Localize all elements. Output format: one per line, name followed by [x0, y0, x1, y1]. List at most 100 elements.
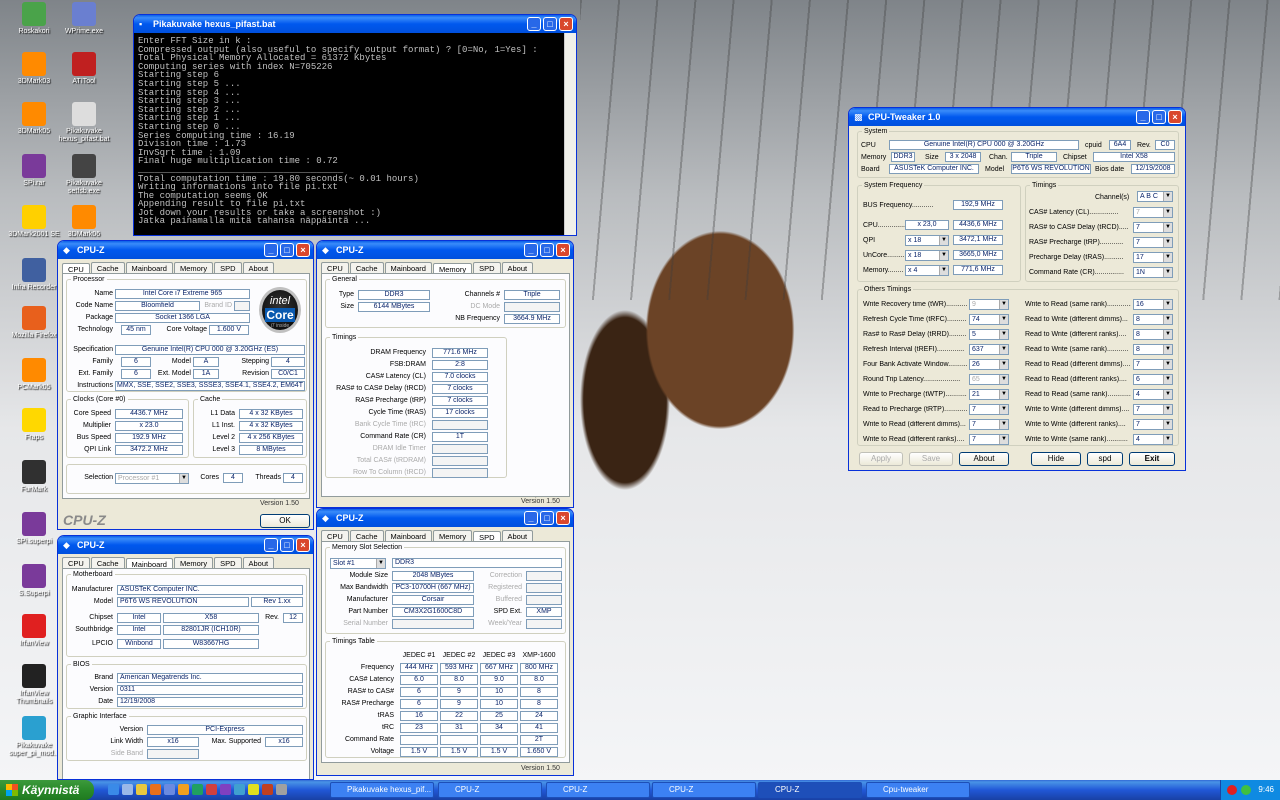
timing-select[interactable]: 74 ▼: [969, 314, 1009, 325]
timing-select[interactable]: 7 ▼: [969, 434, 1009, 445]
cpuz-quick-icon[interactable]: [164, 784, 175, 795]
cpuz-titlebar[interactable]: ◆ CPU-Z _ □ ×: [58, 241, 313, 259]
timing-select[interactable]: 7 ▼: [1133, 419, 1173, 430]
desktop-icon[interactable]: ATITool: [58, 52, 110, 86]
desktop-icon[interactable]: S.Superpi: [8, 564, 60, 598]
app2-quick-icon[interactable]: [220, 784, 231, 795]
timing-select[interactable]: 7 ▼: [1133, 222, 1173, 233]
timing-select[interactable]: 9 ▼: [969, 299, 1009, 310]
firefox-icon[interactable]: [150, 784, 161, 795]
timing-select[interactable]: 7 ▼: [1133, 404, 1173, 415]
desktop-icon[interactable]: Infra Recorder: [8, 258, 60, 292]
timing-select[interactable]: 21 ▼: [969, 389, 1009, 400]
desktop-icon[interactable]: 3DMark05: [8, 102, 60, 136]
exit-button[interactable]: Exit: [1129, 452, 1175, 466]
taskbar-item[interactable]: Pikakuvake hexus_pif...: [330, 782, 434, 798]
desktop-icon[interactable]: WPrime.exe: [58, 2, 110, 36]
maximize-button[interactable]: □: [280, 538, 294, 552]
cpuz-spd-window[interactable]: ◆ CPU-Z _ □ × CPU Cache Mainboard Memory SPD Ab…: [316, 508, 574, 776]
desktop-icon[interactable]: FurMark: [8, 460, 60, 494]
channel-select[interactable]: A B C ▼: [1137, 191, 1173, 202]
maximize-button[interactable]: □: [1152, 110, 1166, 124]
timing-select[interactable]: 26 ▼: [969, 359, 1009, 370]
apply-button[interactable]: Apply: [859, 452, 903, 466]
ie-icon[interactable]: [108, 784, 119, 795]
tray-network-icon[interactable]: [1241, 785, 1251, 795]
cpuz-mainboard-window[interactable]: ◆ CPU-Z _ □ × CPU Cache Mainboard Memory SPD Ab…: [57, 535, 314, 780]
show-desktop-icon[interactable]: [122, 784, 133, 795]
app5-quick-icon[interactable]: [262, 784, 273, 795]
memory-multiplier-select[interactable]: x 4 ▼: [905, 265, 949, 276]
timing-select[interactable]: 8 ▼: [1133, 314, 1173, 325]
processor-select[interactable]: Processor #1 ▼: [115, 473, 189, 484]
timing-select[interactable]: 16 ▼: [1133, 299, 1173, 310]
uncore-multiplier-select[interactable]: x 18 ▼: [905, 250, 949, 261]
minimize-button[interactable]: _: [527, 17, 541, 31]
desktop-icon[interactable]: 3DMark06: [58, 205, 110, 239]
qpi-multiplier-select[interactable]: x 18 ▼: [905, 235, 949, 246]
timing-select[interactable]: 7 ▼: [1133, 237, 1173, 248]
cpuz-cpu-window[interactable]: ◆ CPU-Z _ □ × CPU Cache Mainboard Memory SPD Ab…: [57, 240, 314, 530]
maximize-button[interactable]: □: [543, 17, 557, 31]
tray-security-icon[interactable]: [1227, 785, 1237, 795]
cpuz-titlebar[interactable]: ◆ CPU-Z _ □ ×: [317, 241, 573, 259]
taskbar-item[interactable]: Cpu-tweaker: [866, 782, 970, 798]
about-button[interactable]: About: [959, 452, 1009, 466]
timing-select[interactable]: 7 ▼: [969, 404, 1009, 415]
desktop-icon[interactable]: Roskakori: [8, 2, 60, 36]
timing-select[interactable]: 8 ▼: [1133, 329, 1173, 340]
taskbar-item[interactable]: CPU-Z: [758, 782, 862, 798]
minimize-button[interactable]: _: [524, 243, 538, 257]
desktop-icon[interactable]: SPi.superpi: [8, 512, 60, 546]
app4-quick-icon[interactable]: [248, 784, 259, 795]
hide-button[interactable]: Hide: [1031, 452, 1081, 466]
desktop-icon[interactable]: Fraps: [8, 408, 60, 442]
close-button[interactable]: ×: [556, 511, 570, 525]
minimize-button[interactable]: _: [1136, 110, 1150, 124]
desktop-icon[interactable]: IrfanView Thumbnails: [8, 664, 60, 706]
clock[interactable]: 9:46: [1258, 785, 1274, 794]
minimize-button[interactable]: _: [524, 511, 538, 525]
console-titlebar[interactable]: ▪ Pikakuvake hexus_pifast.bat _ □ ×: [134, 15, 576, 33]
desktop-icon[interactable]: Mozilla Firefox: [8, 306, 60, 340]
timing-select[interactable]: 8 ▼: [1133, 344, 1173, 355]
minimize-button[interactable]: _: [264, 243, 278, 257]
app3-quick-icon[interactable]: [234, 784, 245, 795]
cpuz-titlebar[interactable]: ◆ CPU-Z _ □ ×: [58, 536, 313, 554]
console-window[interactable]: ▪ Pikakuvake hexus_pifast.bat _ □ × Enter …: [133, 14, 577, 236]
timing-select[interactable]: 4 ▼: [1133, 434, 1173, 445]
timing-select[interactable]: 17 ▼: [1133, 252, 1173, 263]
close-button[interactable]: ×: [296, 538, 310, 552]
timing-select[interactable]: 7 ▼: [1133, 207, 1173, 218]
app-quick-icon[interactable]: [178, 784, 189, 795]
timing-select[interactable]: 1N ▼: [1133, 267, 1173, 278]
timing-select[interactable]: 65 ▼: [969, 374, 1009, 385]
console-scrollbar[interactable]: [564, 33, 576, 235]
timing-select[interactable]: 7 ▼: [1133, 359, 1173, 370]
maximize-button[interactable]: □: [540, 511, 554, 525]
timing-select[interactable]: 637 ▼: [969, 344, 1009, 355]
maximize-button[interactable]: □: [280, 243, 294, 257]
maximize-button[interactable]: □: [540, 243, 554, 257]
app6-quick-icon[interactable]: [276, 784, 287, 795]
timing-select[interactable]: 5 ▼: [969, 329, 1009, 340]
start-button[interactable]: Käynnistä: [0, 780, 94, 800]
desktop-icon[interactable]: IrfanView: [8, 614, 60, 648]
tool-quick-icon[interactable]: [192, 784, 203, 795]
save-button[interactable]: Save: [909, 452, 953, 466]
cpuz-titlebar[interactable]: ◆ CPU-Z _ □ ×: [317, 509, 573, 527]
taskbar-item[interactable]: CPU-Z: [438, 782, 542, 798]
desktop-icon[interactable]: Pikakuvake setfsb.exe: [58, 154, 110, 196]
explorer-icon[interactable]: [136, 784, 147, 795]
taskbar-item[interactable]: CPU-Z: [546, 782, 650, 798]
close-button[interactable]: ×: [296, 243, 310, 257]
tweaker-titlebar[interactable]: ▩ CPU-Tweaker 1.0 _ □ ×: [849, 108, 1185, 126]
desktop-icon[interactable]: Pikakuvake super_pi_mod...: [8, 716, 60, 758]
spd-button[interactable]: spd: [1087, 452, 1123, 466]
media-quick-icon[interactable]: [206, 784, 217, 795]
close-button[interactable]: ×: [556, 243, 570, 257]
timing-select[interactable]: 6 ▼: [1133, 374, 1173, 385]
desktop-icon[interactable]: 3DMark2001 SE: [8, 205, 60, 239]
timing-select[interactable]: 7 ▼: [969, 419, 1009, 430]
taskbar-item[interactable]: CPU-Z: [652, 782, 756, 798]
